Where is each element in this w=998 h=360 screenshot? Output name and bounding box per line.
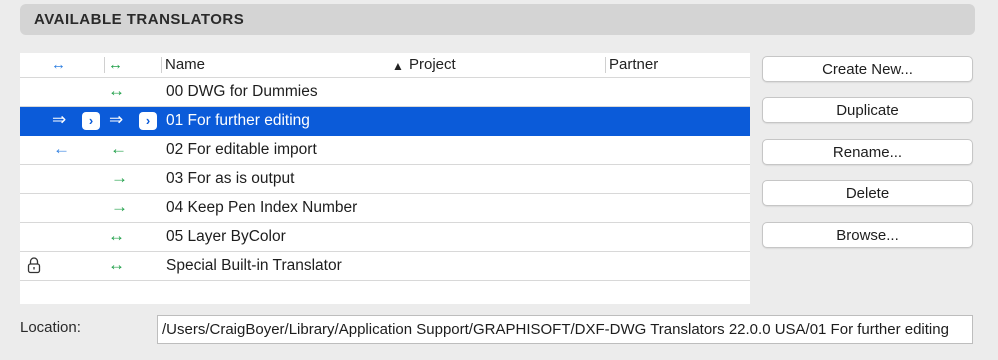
bidirectional-arrow-icon: ↔ (108, 226, 125, 245)
column-separator (161, 57, 162, 73)
translator-name: 00 DWG for Dummies (166, 83, 318, 100)
sort-ascending-icon: ▲ (392, 59, 404, 73)
table-row[interactable]: ↔ 00 DWG for Dummies (20, 78, 750, 107)
double-right-arrow-icon: ⇒ (109, 110, 124, 129)
column-header-name[interactable]: Name (165, 56, 205, 73)
bidirectional-arrow-icon: ↔ (108, 255, 125, 274)
column-direction-icon[interactable]: ↔ (51, 56, 66, 73)
rename-button[interactable]: Rename... (762, 139, 973, 165)
column-direction-icon[interactable]: ↔ (108, 56, 123, 73)
delete-button[interactable]: Delete (762, 180, 973, 206)
browse-button[interactable]: Browse... (762, 222, 973, 248)
column-separator (104, 57, 105, 73)
section-header: AVAILABLE TRANSLATORS (20, 4, 975, 35)
translator-name: 01 For further editing (166, 112, 310, 129)
location-field[interactable]: /Users/CraigBoyer/Library/Application Su… (157, 315, 973, 344)
right-arrow-icon: → (111, 197, 128, 216)
left-arrow-icon: ← (110, 139, 127, 158)
bidirectional-arrow-icon: ↔ (108, 81, 125, 100)
translators-table[interactable]: ↔ ↔ Name ▲ Project Partner ↔ 00 DWG for … (20, 53, 750, 304)
translator-name: Special Built-in Translator (166, 257, 342, 274)
right-arrow-icon: → (111, 168, 128, 187)
translator-name: 05 Layer ByColor (166, 228, 286, 245)
double-right-arrow-icon: ⇒ (52, 110, 67, 129)
column-header-project[interactable]: Project (409, 56, 456, 73)
table-row-selected[interactable]: ⇒ › ⇒ › 01 For further editing (20, 107, 750, 136)
translator-name: 03 For as is output (166, 170, 295, 187)
table-row[interactable]: → 04 Keep Pen Index Number (20, 194, 750, 223)
table-row[interactable]: → 03 For as is output (20, 165, 750, 194)
table-row[interactable]: ← ← 02 For editable import (20, 136, 750, 165)
translator-name: 02 For editable import (166, 141, 317, 158)
left-arrow-icon: ← (53, 139, 70, 158)
lock-icon (27, 256, 41, 279)
table-row[interactable]: ↔ Special Built-in Translator (20, 252, 750, 281)
column-header-partner[interactable]: Partner (609, 56, 658, 73)
chevron-right-icon[interactable]: › (139, 112, 157, 130)
table-row[interactable]: ↔ 05 Layer ByColor (20, 223, 750, 252)
table-header: ↔ ↔ Name ▲ Project Partner (20, 53, 750, 78)
duplicate-button[interactable]: Duplicate (762, 97, 973, 123)
chevron-right-icon[interactable]: › (82, 112, 100, 130)
column-separator (605, 57, 606, 73)
create-new-button[interactable]: Create New... (762, 56, 973, 82)
translator-name: 04 Keep Pen Index Number (166, 199, 358, 216)
section-title: AVAILABLE TRANSLATORS (34, 11, 245, 28)
location-label: Location: (20, 319, 81, 336)
